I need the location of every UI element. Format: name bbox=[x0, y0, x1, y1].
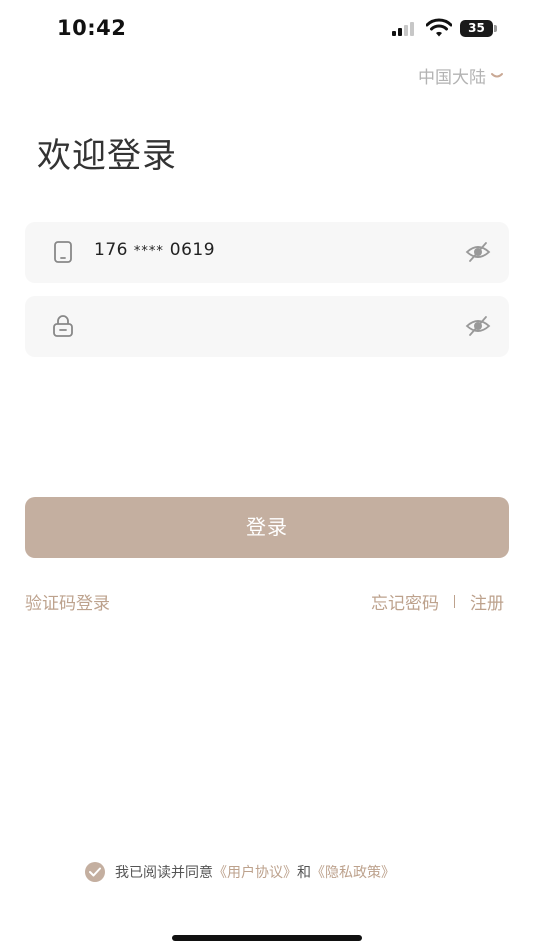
check-icon bbox=[89, 867, 101, 877]
phone-mask: **** bbox=[133, 244, 164, 259]
status-bar: 10:42 35 bbox=[0, 0, 534, 58]
link-divider bbox=[454, 595, 455, 608]
chevron-down-icon bbox=[491, 72, 503, 77]
privacy-policy-link[interactable]: 《隐私政策》 bbox=[311, 862, 395, 882]
phone-icon bbox=[54, 241, 72, 263]
agreement-text: 我已阅读并同意 bbox=[115, 865, 213, 881]
password-input[interactable] bbox=[94, 314, 454, 334]
agreement-conjunction: 和 bbox=[297, 865, 311, 881]
agreement-checkbox[interactable] bbox=[85, 862, 105, 882]
battery-level: 35 bbox=[460, 20, 493, 37]
password-field[interactable] bbox=[25, 296, 509, 357]
region-selector[interactable]: 中国大陆 bbox=[418, 63, 504, 88]
battery-icon: 35 bbox=[460, 20, 497, 37]
home-indicator bbox=[172, 935, 362, 941]
sms-login-link[interactable]: 验证码登录 bbox=[25, 589, 110, 614]
lock-icon bbox=[53, 315, 73, 337]
wifi-icon bbox=[426, 18, 452, 37]
user-agreement-link[interactable]: 《用户协议》 bbox=[213, 862, 297, 882]
status-time: 10:42 bbox=[57, 16, 127, 40]
eye-off-icon[interactable] bbox=[465, 314, 491, 338]
phone-field[interactable]: 176 **** 0619 bbox=[25, 222, 509, 283]
phone-number-value[interactable]: 176 **** 0619 bbox=[94, 240, 215, 260]
eye-off-icon[interactable] bbox=[465, 240, 491, 264]
cellular-signal-icon bbox=[392, 22, 418, 36]
account-links: 忘记密码 注册 bbox=[371, 589, 504, 614]
register-link[interactable]: 注册 bbox=[470, 589, 504, 614]
region-label: 中国大陆 bbox=[418, 68, 486, 88]
agreement: 我已阅读并同意 《用户协议》 和 《隐私政策》 bbox=[85, 862, 395, 882]
login-button[interactable]: 登录 bbox=[25, 497, 509, 558]
forgot-password-link[interactable]: 忘记密码 bbox=[371, 589, 439, 614]
page-title: 欢迎登录 bbox=[37, 136, 177, 176]
